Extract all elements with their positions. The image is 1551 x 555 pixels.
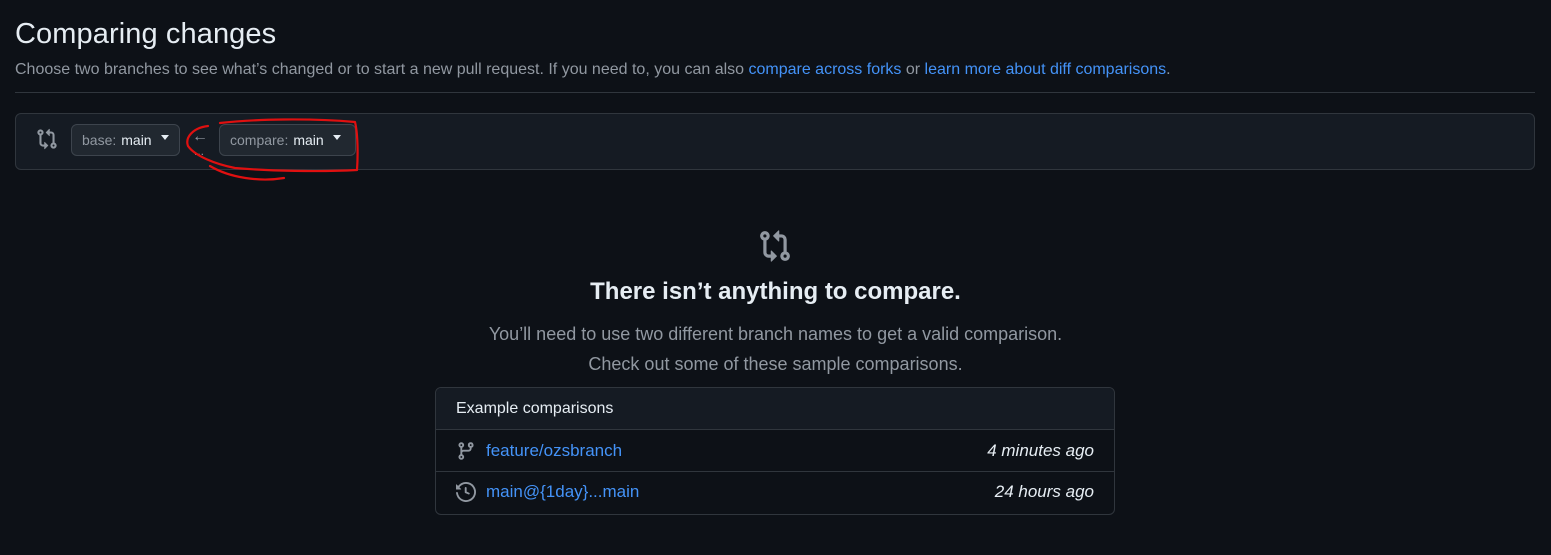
compare-branch-value: main	[293, 132, 324, 148]
learn-more-diff-link[interactable]: learn more about diff comparisons	[925, 61, 1167, 78]
page-title: Comparing changes	[15, 18, 277, 50]
base-branch-value: main	[121, 132, 152, 148]
blankslate-description: You’ll need to use two different branch …	[0, 319, 1551, 379]
subtitle-end-text: .	[1166, 61, 1171, 78]
example-time: 24 hours ago	[994, 482, 1094, 501]
compare-page: Comparing changes Choose two branches to…	[0, 0, 1551, 555]
base-branch-button[interactable]: base: main	[71, 124, 180, 156]
base-prefix: base:	[82, 132, 117, 148]
example-row: main@{1day}...main 24 hours ago	[436, 471, 1114, 512]
example-link-feature-ozsbranch[interactable]: feature/ozsbranch	[486, 441, 622, 461]
blankslate-line-1: You’ll need to use two different branch …	[488, 324, 1063, 344]
git-compare-icon	[760, 230, 790, 262]
blankslate-title: There isn’t anything to compare.	[590, 278, 961, 305]
chevron-down-icon	[160, 134, 169, 140]
history-icon	[456, 482, 476, 502]
example-link-main-1day[interactable]: main@{1day}...main	[486, 482, 639, 502]
compare-branch-button[interactable]: compare: main	[219, 124, 356, 156]
chevron-down-icon	[332, 134, 341, 140]
range-dots: ...	[194, 144, 205, 158]
example-comparisons-header: Example comparisons	[436, 388, 1114, 430]
subtitle-text: Choose two branches to see what’s change…	[15, 61, 749, 78]
example-row: feature/ozsbranch 4 minutes ago	[436, 430, 1114, 471]
compare-across-forks-link[interactable]: compare across forks	[748, 61, 901, 78]
example-comparisons-box: Example comparisons feature/ozsbranch 4 …	[435, 387, 1115, 515]
git-branch-icon	[458, 441, 474, 460]
page-subtitle: Choose two branches to see what’s change…	[15, 61, 1171, 79]
compare-prefix: compare:	[230, 132, 289, 148]
example-time: 4 minutes ago	[987, 440, 1094, 460]
blankslate-line-2: Check out some of these sample compariso…	[588, 354, 963, 374]
git-compare-icon	[37, 128, 57, 150]
header-divider	[15, 92, 1535, 93]
range-editor: base: main ← ... compare: main	[15, 113, 1535, 170]
subtitle-or-text: or	[901, 61, 925, 78]
